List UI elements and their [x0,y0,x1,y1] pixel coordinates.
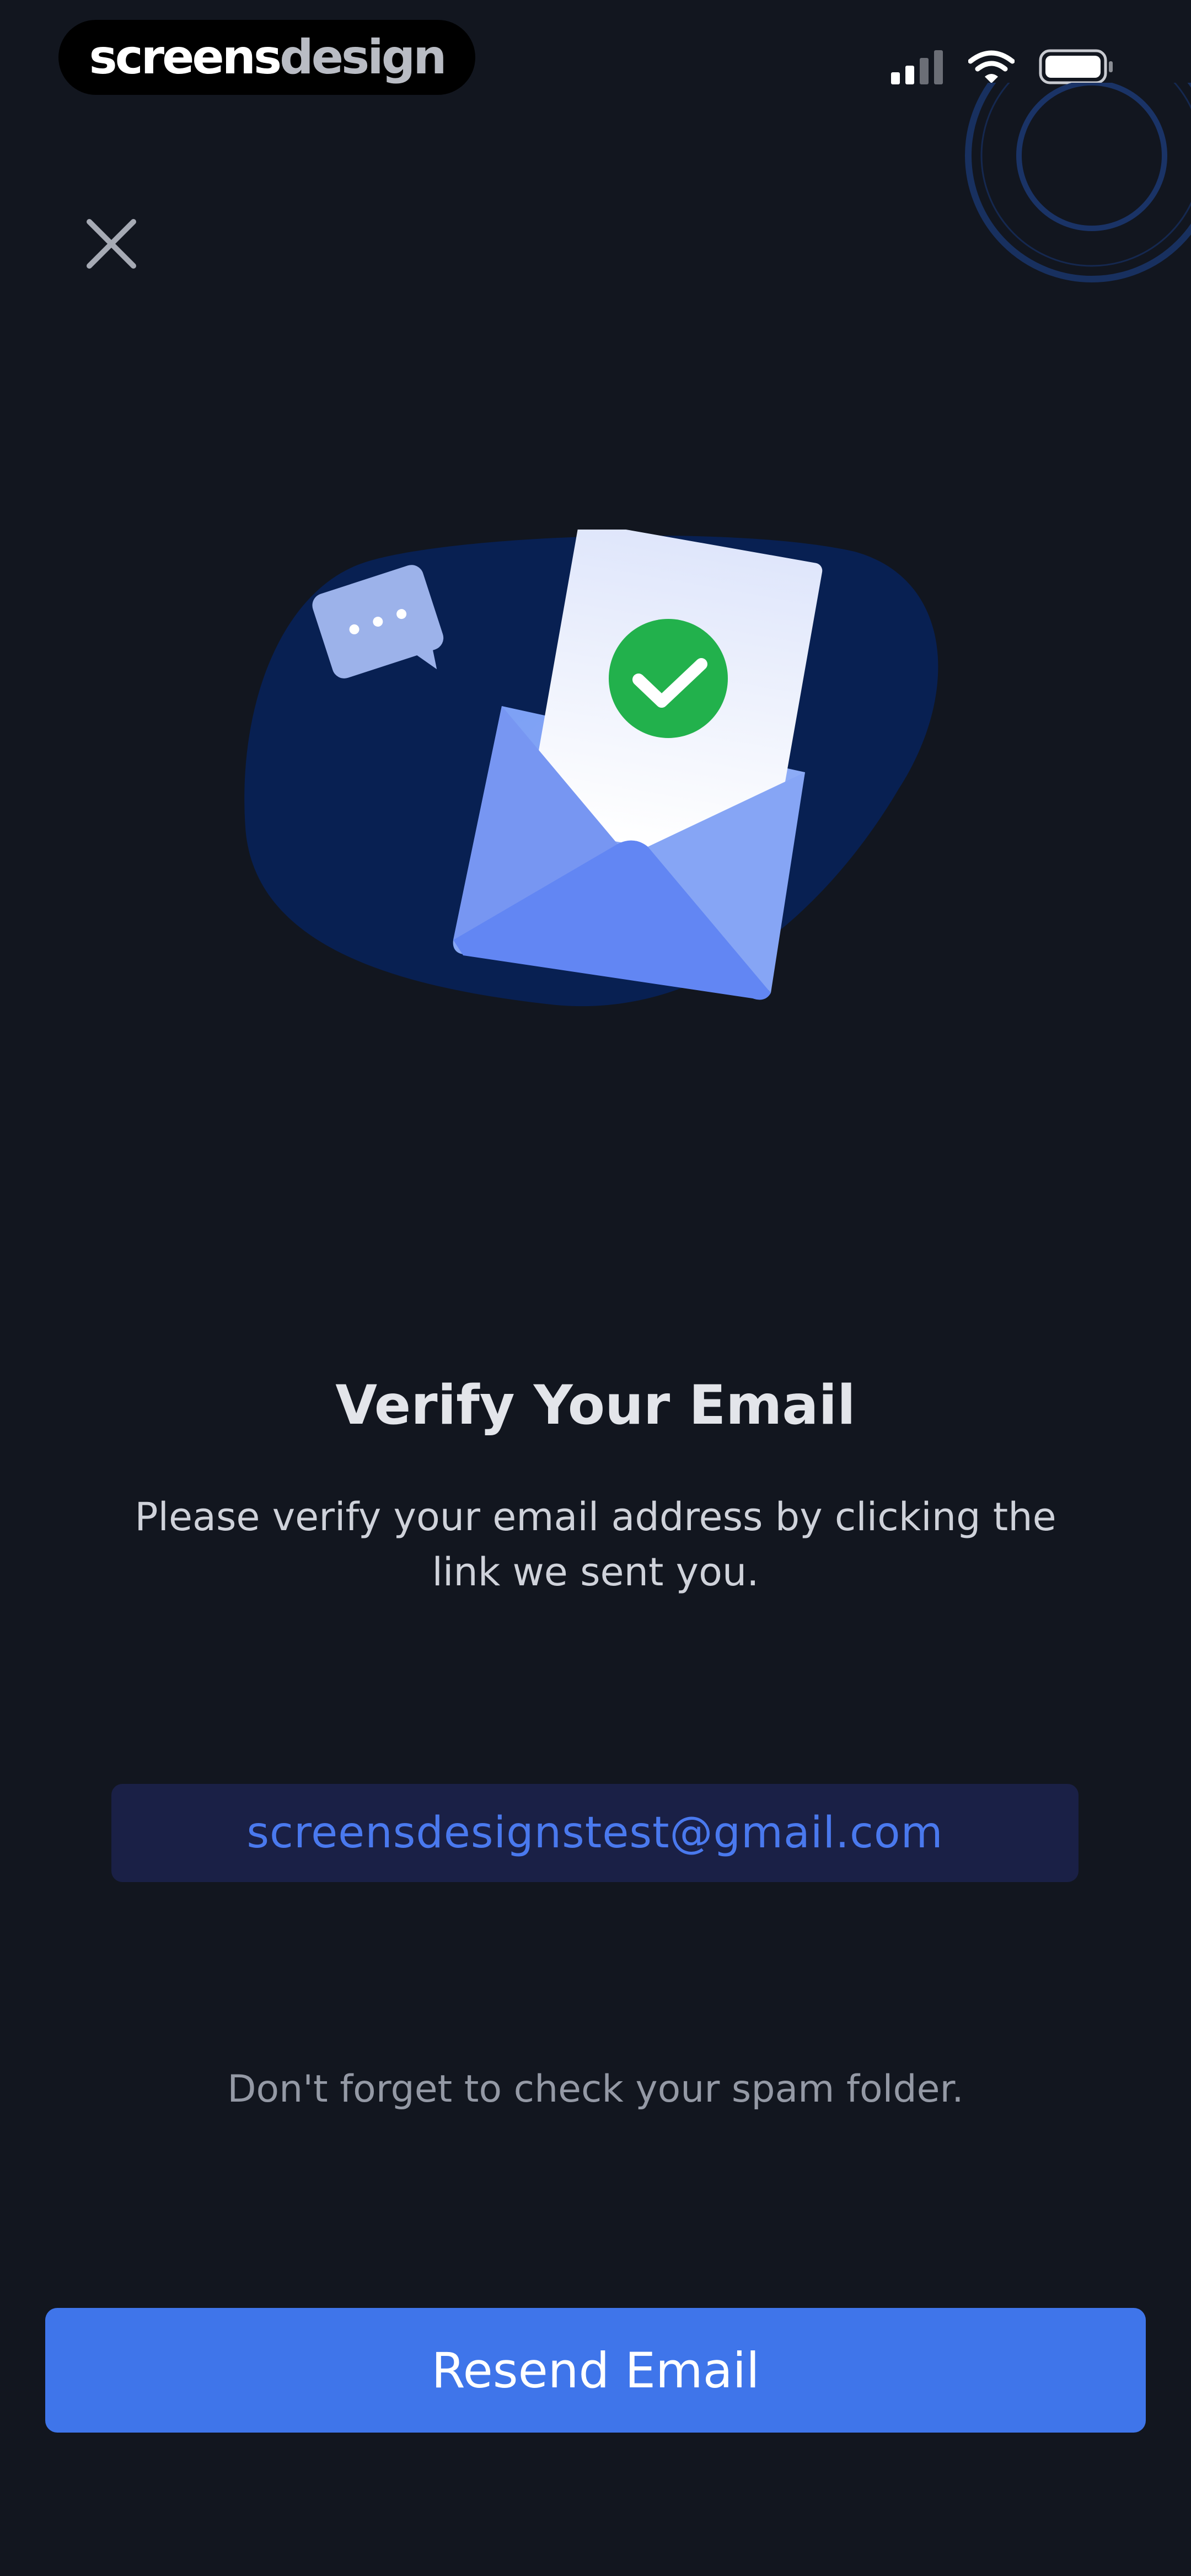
resend-email-button[interactable]: Resend Email [45,2308,1146,2433]
brand-logo: screensdesign [89,34,447,81]
email-address: screensdesignstest@gmail.com [246,1808,943,1858]
page-title: Verify Your Email [335,1374,856,1437]
resend-email-label: Resend Email [431,2342,760,2399]
close-button[interactable] [83,215,140,272]
decorative-rings [965,83,1191,282]
status-icons [890,49,1114,87]
close-icon [87,219,136,269]
brand-pill: screensdesign [58,20,475,95]
brand-logo-part2: design [280,30,447,85]
brand-logo-part1: screens [89,30,282,85]
wifi-icon [968,49,1015,87]
checkmark-icon [609,619,728,738]
battery-icon [1039,49,1114,87]
spam-note: Don't forget to check your spam folder. [227,2067,964,2111]
cellular-signal-icon [890,49,944,87]
verify-email-screen: screensdesign Verify Your Email Please v… [0,0,1191,2576]
page-subtitle: Please verify your email address by clic… [135,1494,1056,1595]
envelope-verified-illustration [244,530,938,1007]
email-display: screensdesignstest@gmail.com [111,1784,1079,1882]
